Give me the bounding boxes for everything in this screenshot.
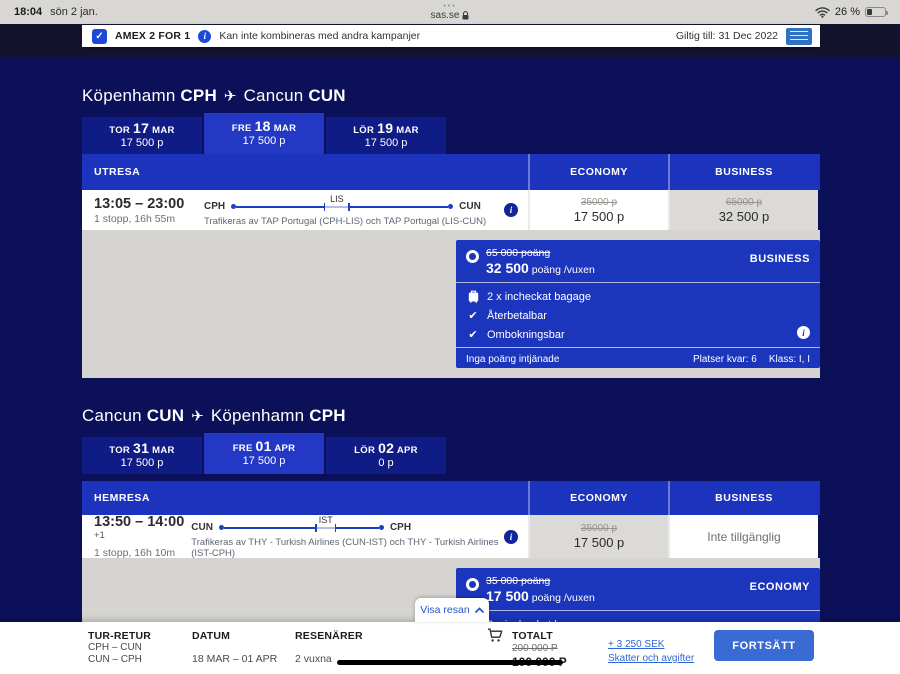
outbound-economy-price-cell[interactable]: 35000 p 17 500 p [528, 190, 668, 230]
inbound-operator-text: Trafikeras av THY - Turkish Airlines (CU… [191, 537, 504, 559]
continue-button[interactable]: FORTSÄTT [714, 630, 814, 661]
fare-cabin-label: ECONOMY [750, 575, 810, 604]
taxes-amount-link[interactable]: + 3 250 SEK [608, 638, 694, 652]
economy-column-header: ECONOMY [528, 154, 668, 190]
plane-icon: ✈ [189, 408, 206, 425]
battery-percent: 26 % [835, 6, 860, 18]
taxes-links: + 3 250 SEK Skatter och avgifter [608, 638, 694, 666]
outbound-business-price-cell[interactable]: 65000 p 32 500 p [668, 190, 818, 230]
plus-day-indicator: +1 [94, 530, 105, 541]
taxes-label-link[interactable]: Skatter och avgifter [608, 652, 694, 666]
promo-title: AMEX 2 FOR 1 [115, 30, 190, 42]
fare-old-points: 65 000 poäng [486, 247, 595, 259]
booking-summary-bar: TUR-RETUR CPH – CUN CUN – CPH DATUM 18 M… [0, 622, 900, 674]
url-text: sas.se [431, 10, 460, 21]
tab-outbound-day-next[interactable]: LÖR 19 MAR 17 500 p [326, 117, 446, 154]
outbound-fare-panel: 65 000 poäng 32 500 poäng /vuxen BUSINES… [456, 240, 820, 368]
luggage-icon [466, 290, 480, 303]
promo-checkbox[interactable]: ✓ [92, 29, 107, 44]
plane-icon: ✈ [222, 88, 239, 105]
fare-radio-icon[interactable] [466, 578, 479, 591]
inbound-table-header: HEMRESA ECONOMY BUSINESS [82, 481, 820, 515]
fare-cabin-label: BUSINESS [750, 247, 810, 276]
inbound-fare-panel: 35 000 poäng 17 500 poäng /vuxen ECONOMY… [456, 568, 820, 622]
outbound-table-header: UTRESA ECONOMY BUSINESS [82, 154, 820, 190]
outbound-flight-info-icon[interactable]: i [504, 203, 518, 217]
check-icon: ✔ [466, 309, 480, 322]
outbound-flight-row: 13:05 – 23:00 1 stopp, 16h 55m CPH LIS C… [82, 190, 820, 230]
page-options-dots[interactable]: ••• [443, 4, 456, 10]
battery-icon [865, 7, 886, 17]
outbound-route-graphic: CPH LIS CUN [204, 200, 486, 214]
fare-points: 32 500 poäng /vuxen [486, 260, 595, 276]
fare-points: 17 500 poäng /vuxen [486, 588, 595, 604]
outbound-date-tabs: TOR 17 MAR 17 500 p FRE 18 MAR 17 500 p … [82, 113, 446, 154]
fare-feature-rebookable: ✔ Ombokningsbar [466, 328, 810, 341]
inbound-flight-stops: 1 stopp, 16h 10m [94, 547, 191, 559]
outbound-route-title: Köpenhamn CPH ✈ Cancun CUN [82, 86, 346, 106]
fare-info-icon[interactable]: i [797, 326, 810, 339]
chevron-up-icon [475, 607, 484, 613]
business-column-header: BUSINESS [668, 481, 818, 515]
tab-inbound-day-selected[interactable]: FRE 01 APR 17 500 p [204, 433, 324, 474]
fare-feature-refundable: ✔ Återbetalbar [466, 309, 810, 322]
amex-logo [786, 28, 812, 45]
date-summary: DATUM 18 MAR – 01 APR [192, 630, 277, 665]
trip-type-summary: TUR-RETUR CPH – CUN CUN – CPH [88, 630, 151, 666]
outbound-direction-label: UTRESA [82, 154, 528, 190]
stopover-code: LIS [330, 194, 344, 204]
fare-earn-text: Inga poäng intjänade [466, 354, 559, 365]
amex-promo-banner: ✓ AMEX 2 FOR 1 i Kan inte kombineras med… [82, 25, 820, 47]
wifi-icon [815, 7, 830, 18]
tab-outbound-day-prev[interactable]: TOR 17 MAR 17 500 p [82, 117, 202, 154]
outbound-expansion-area: 65 000 poäng 32 500 poäng /vuxen BUSINES… [82, 230, 820, 378]
home-indicator[interactable] [337, 660, 563, 665]
fare-booking-class: Klass: I, I [769, 354, 810, 365]
tab-inbound-day-prev[interactable]: TOR 31 MAR 17 500 p [82, 437, 202, 474]
status-bar: 18:04 sön 2 jan. ••• sas.se 26 % [0, 0, 900, 24]
inbound-flight-time: 13:50 – 14:00 +1 [94, 514, 191, 546]
inbound-route-title: Cancun CUN ✈ Köpenhamn CPH [82, 406, 346, 426]
stopover-code: IST [319, 515, 333, 525]
business-column-header: BUSINESS [668, 154, 818, 190]
outbound-operator-text: Trafikeras av TAP Portugal (CPH-LIS) och… [204, 216, 486, 227]
inbound-flight-info-icon[interactable]: i [504, 530, 518, 544]
tab-inbound-day-next[interactable]: LÖR 02 APR 0 p [326, 437, 446, 474]
inbound-route-graphic: CUN IST CPH [191, 521, 504, 535]
inbound-flight-row: 13:50 – 14:00 +1 1 stopp, 16h 10m CUN IS… [82, 515, 820, 558]
inbound-date-tabs: TOR 31 MAR 17 500 p FRE 01 APR 17 500 p … [82, 433, 446, 474]
inbound-economy-price-cell[interactable]: 35000 p 17 500 p [528, 515, 668, 558]
inbound-flight-info: 13:50 – 14:00 +1 1 stopp, 16h 10m CUN IS… [82, 515, 528, 558]
inbound-business-price-cell: Inte tillgänglig [668, 515, 818, 558]
promo-info-icon[interactable]: i [198, 30, 211, 43]
inbound-direction-label: HEMRESA [82, 481, 528, 515]
check-icon: ✔ [466, 328, 480, 341]
cart-icon[interactable] [487, 628, 503, 648]
fare-old-points: 35 000 poäng [486, 575, 595, 587]
tab-outbound-day-selected[interactable]: FRE 18 MAR 17 500 p [204, 113, 324, 154]
address-bar[interactable]: sas.se [431, 10, 470, 21]
outbound-flight-time: 13:05 – 23:00 [94, 196, 204, 212]
lock-icon [462, 11, 469, 20]
promo-description: Kan inte kombineras med andra kampanjer [219, 30, 420, 42]
promo-validity: Giltig till: 31 Dec 2022 [676, 30, 778, 42]
clock: 18:04 [14, 6, 42, 18]
fare-feature-baggage: 2 x incheckat bagage [466, 290, 810, 303]
outbound-flight-stops: 1 stopp, 16h 55m [94, 213, 204, 225]
outbound-flight-info: 13:05 – 23:00 1 stopp, 16h 55m CPH LIS C… [82, 190, 528, 230]
status-date: sön 2 jan. [50, 6, 98, 18]
fare-radio-icon[interactable] [466, 250, 479, 263]
economy-column-header: ECONOMY [528, 481, 668, 515]
fare-seats-left: Platser kvar: 6 [693, 354, 757, 365]
show-trip-button[interactable]: Visa resan [415, 598, 489, 622]
